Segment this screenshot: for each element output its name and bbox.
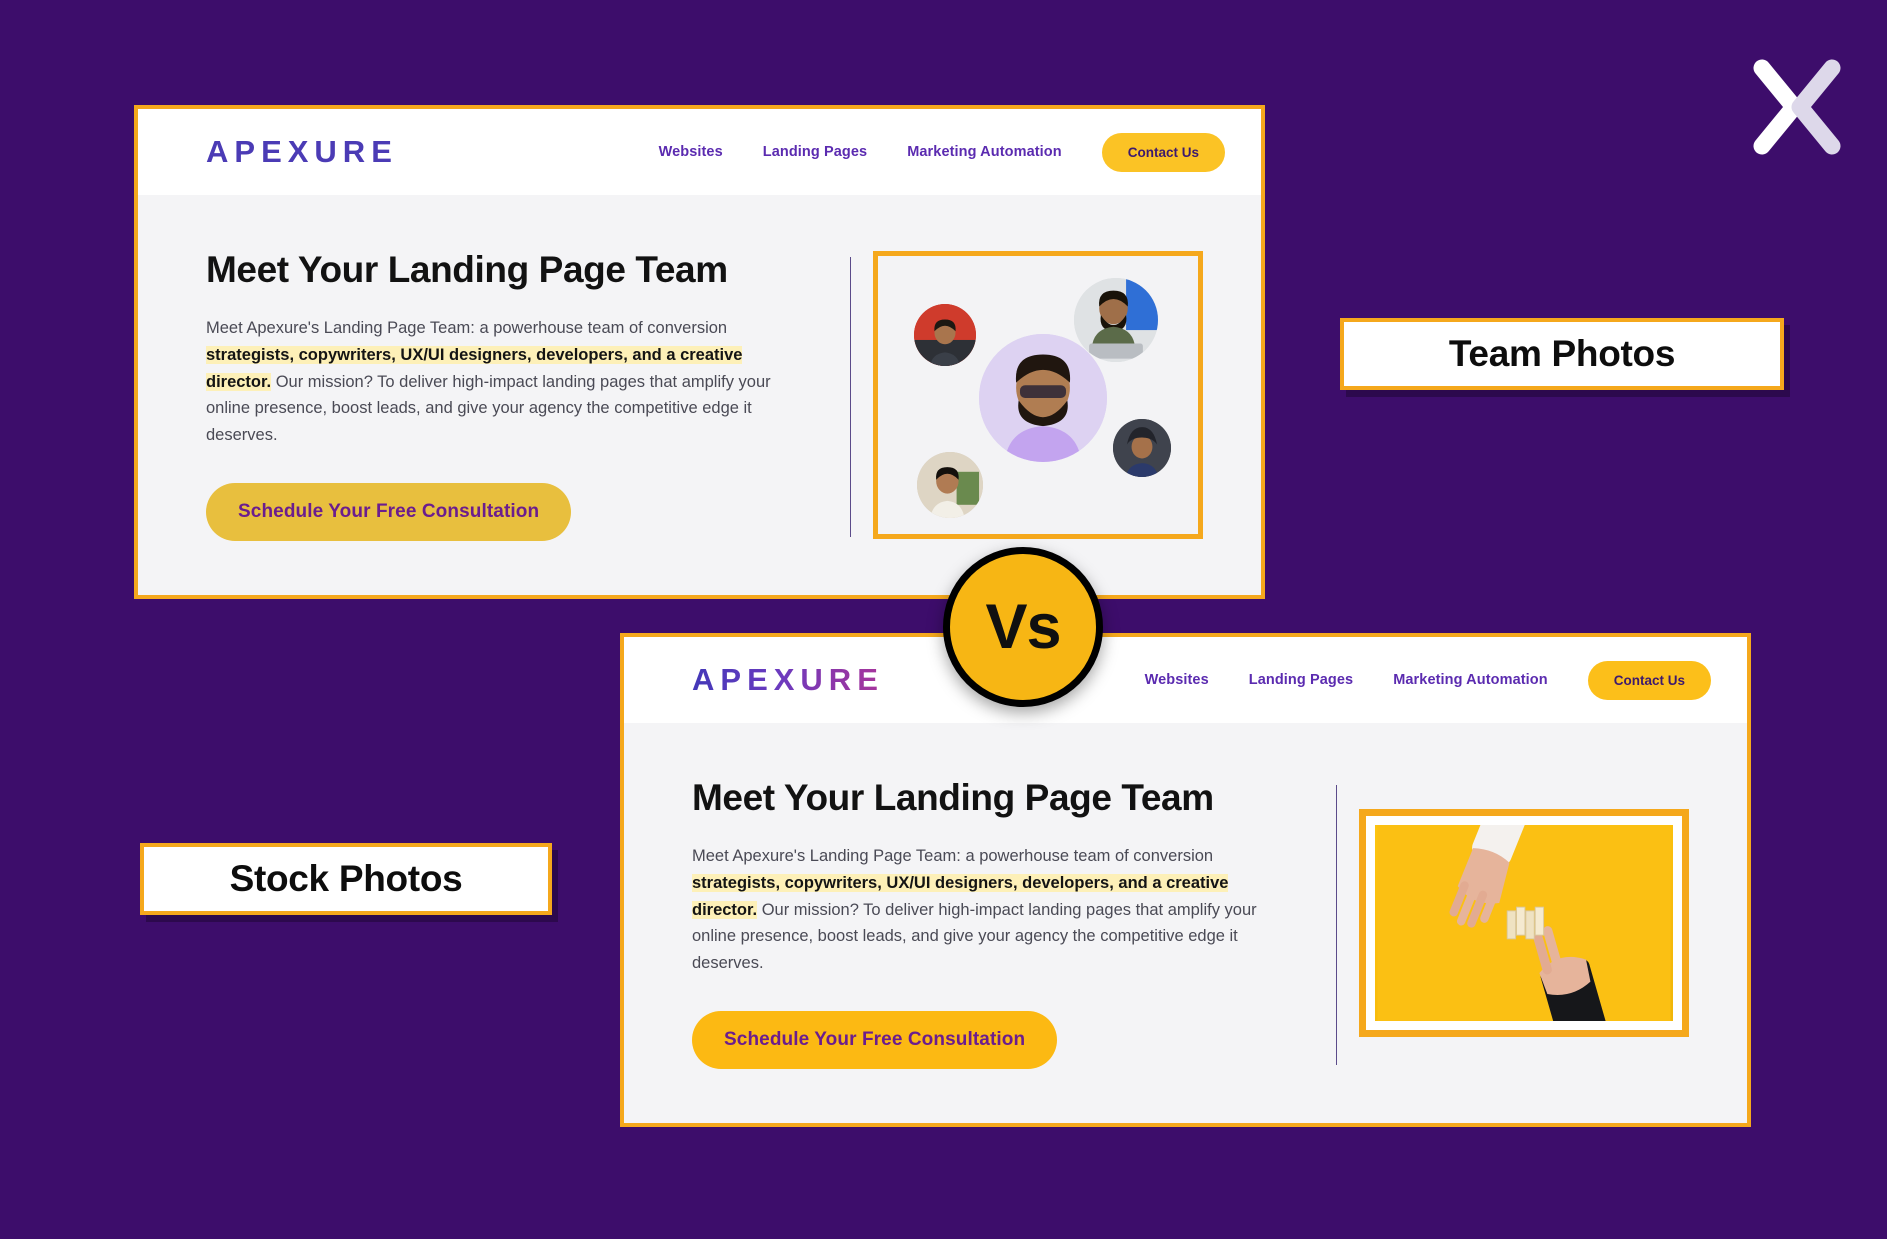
hero-paragraph: Meet Apexure's Landing Page Team: a powe… xyxy=(206,315,784,449)
team-photo-collage xyxy=(873,251,1203,539)
hero-section: Meet Your Landing Page Team Meet Apexure… xyxy=(138,195,1261,595)
apexure-logo[interactable]: APEXURE xyxy=(692,662,884,698)
annotation-stock-photos: Stock Photos xyxy=(140,843,552,915)
annotation-team-photos: Team Photos xyxy=(1340,318,1784,390)
main-nav: Websites Landing Pages Marketing Automat… xyxy=(659,132,1225,172)
page-title: Meet Your Landing Page Team xyxy=(692,777,1214,819)
site-header: APEXURE Websites Landing Pages Marketing… xyxy=(624,637,1747,723)
comparison-card-stock-photos: APEXURE Websites Landing Pages Marketing… xyxy=(620,633,1751,1127)
avatar-bottom-left xyxy=(917,452,983,518)
portrait-icon xyxy=(1074,278,1158,362)
main-nav: Websites Landing Pages Marketing Automat… xyxy=(1145,660,1711,700)
annotation-label: Team Photos xyxy=(1448,333,1676,374)
page-title: Meet Your Landing Page Team xyxy=(206,249,728,291)
nav-item-marketing-automation[interactable]: Marketing Automation xyxy=(1393,672,1548,688)
hero-copy: Meet Your Landing Page Team Meet Apexure… xyxy=(692,777,1292,1069)
paragraph-tail: Our mission? To deliver high-impact land… xyxy=(692,900,1257,973)
vs-badge-label: Vs xyxy=(985,591,1061,662)
hero-paragraph: Meet Apexure's Landing Page Team: a powe… xyxy=(692,843,1270,977)
comparison-card-team-photos: APEXURE Websites Landing Pages Marketing… xyxy=(134,105,1265,599)
vs-badge: Vs xyxy=(943,547,1103,707)
paragraph-tail: Our mission? To deliver high-impact land… xyxy=(206,372,771,445)
portrait-icon xyxy=(1113,419,1171,477)
apexure-x-icon xyxy=(1753,59,1841,155)
nav-item-websites[interactable]: Websites xyxy=(1145,672,1209,688)
site-header: APEXURE Websites Landing Pages Marketing… xyxy=(138,109,1261,195)
paragraph-lead: Meet Apexure's Landing Page Team: a powe… xyxy=(692,847,1214,866)
apexure-logo[interactable]: APEXURE xyxy=(206,134,398,170)
stock-photo-image xyxy=(1375,825,1673,1021)
portrait-icon xyxy=(914,304,976,366)
avatar-top-left xyxy=(914,304,976,366)
nav-item-landing-pages[interactable]: Landing Pages xyxy=(1249,672,1353,688)
paragraph-lead: Meet Apexure's Landing Page Team: a powe… xyxy=(206,319,728,338)
hands-blocks-illustration xyxy=(1377,825,1671,1021)
hero-section: Meet Your Landing Page Team Meet Apexure… xyxy=(624,723,1747,1123)
hero-media xyxy=(851,251,1225,539)
annotation-label: Stock Photos xyxy=(229,858,463,899)
schedule-consultation-button[interactable]: Schedule Your Free Consultation xyxy=(692,1010,1058,1069)
nav-item-landing-pages[interactable]: Landing Pages xyxy=(763,144,867,160)
nav-item-marketing-automation[interactable]: Marketing Automation xyxy=(907,144,1062,160)
contact-us-button[interactable]: Contact Us xyxy=(1587,660,1711,700)
avatar-bottom-right xyxy=(1113,419,1171,477)
schedule-consultation-button[interactable]: Schedule Your Free Consultation xyxy=(206,482,572,541)
contact-us-button[interactable]: Contact Us xyxy=(1101,132,1225,172)
stock-photo-frame xyxy=(1359,809,1689,1037)
hero-copy: Meet Your Landing Page Team Meet Apexure… xyxy=(206,249,806,541)
avatar-top-right xyxy=(1074,278,1158,362)
portrait-icon xyxy=(917,452,983,518)
nav-item-websites[interactable]: Websites xyxy=(659,144,723,160)
hero-media xyxy=(1337,809,1711,1037)
